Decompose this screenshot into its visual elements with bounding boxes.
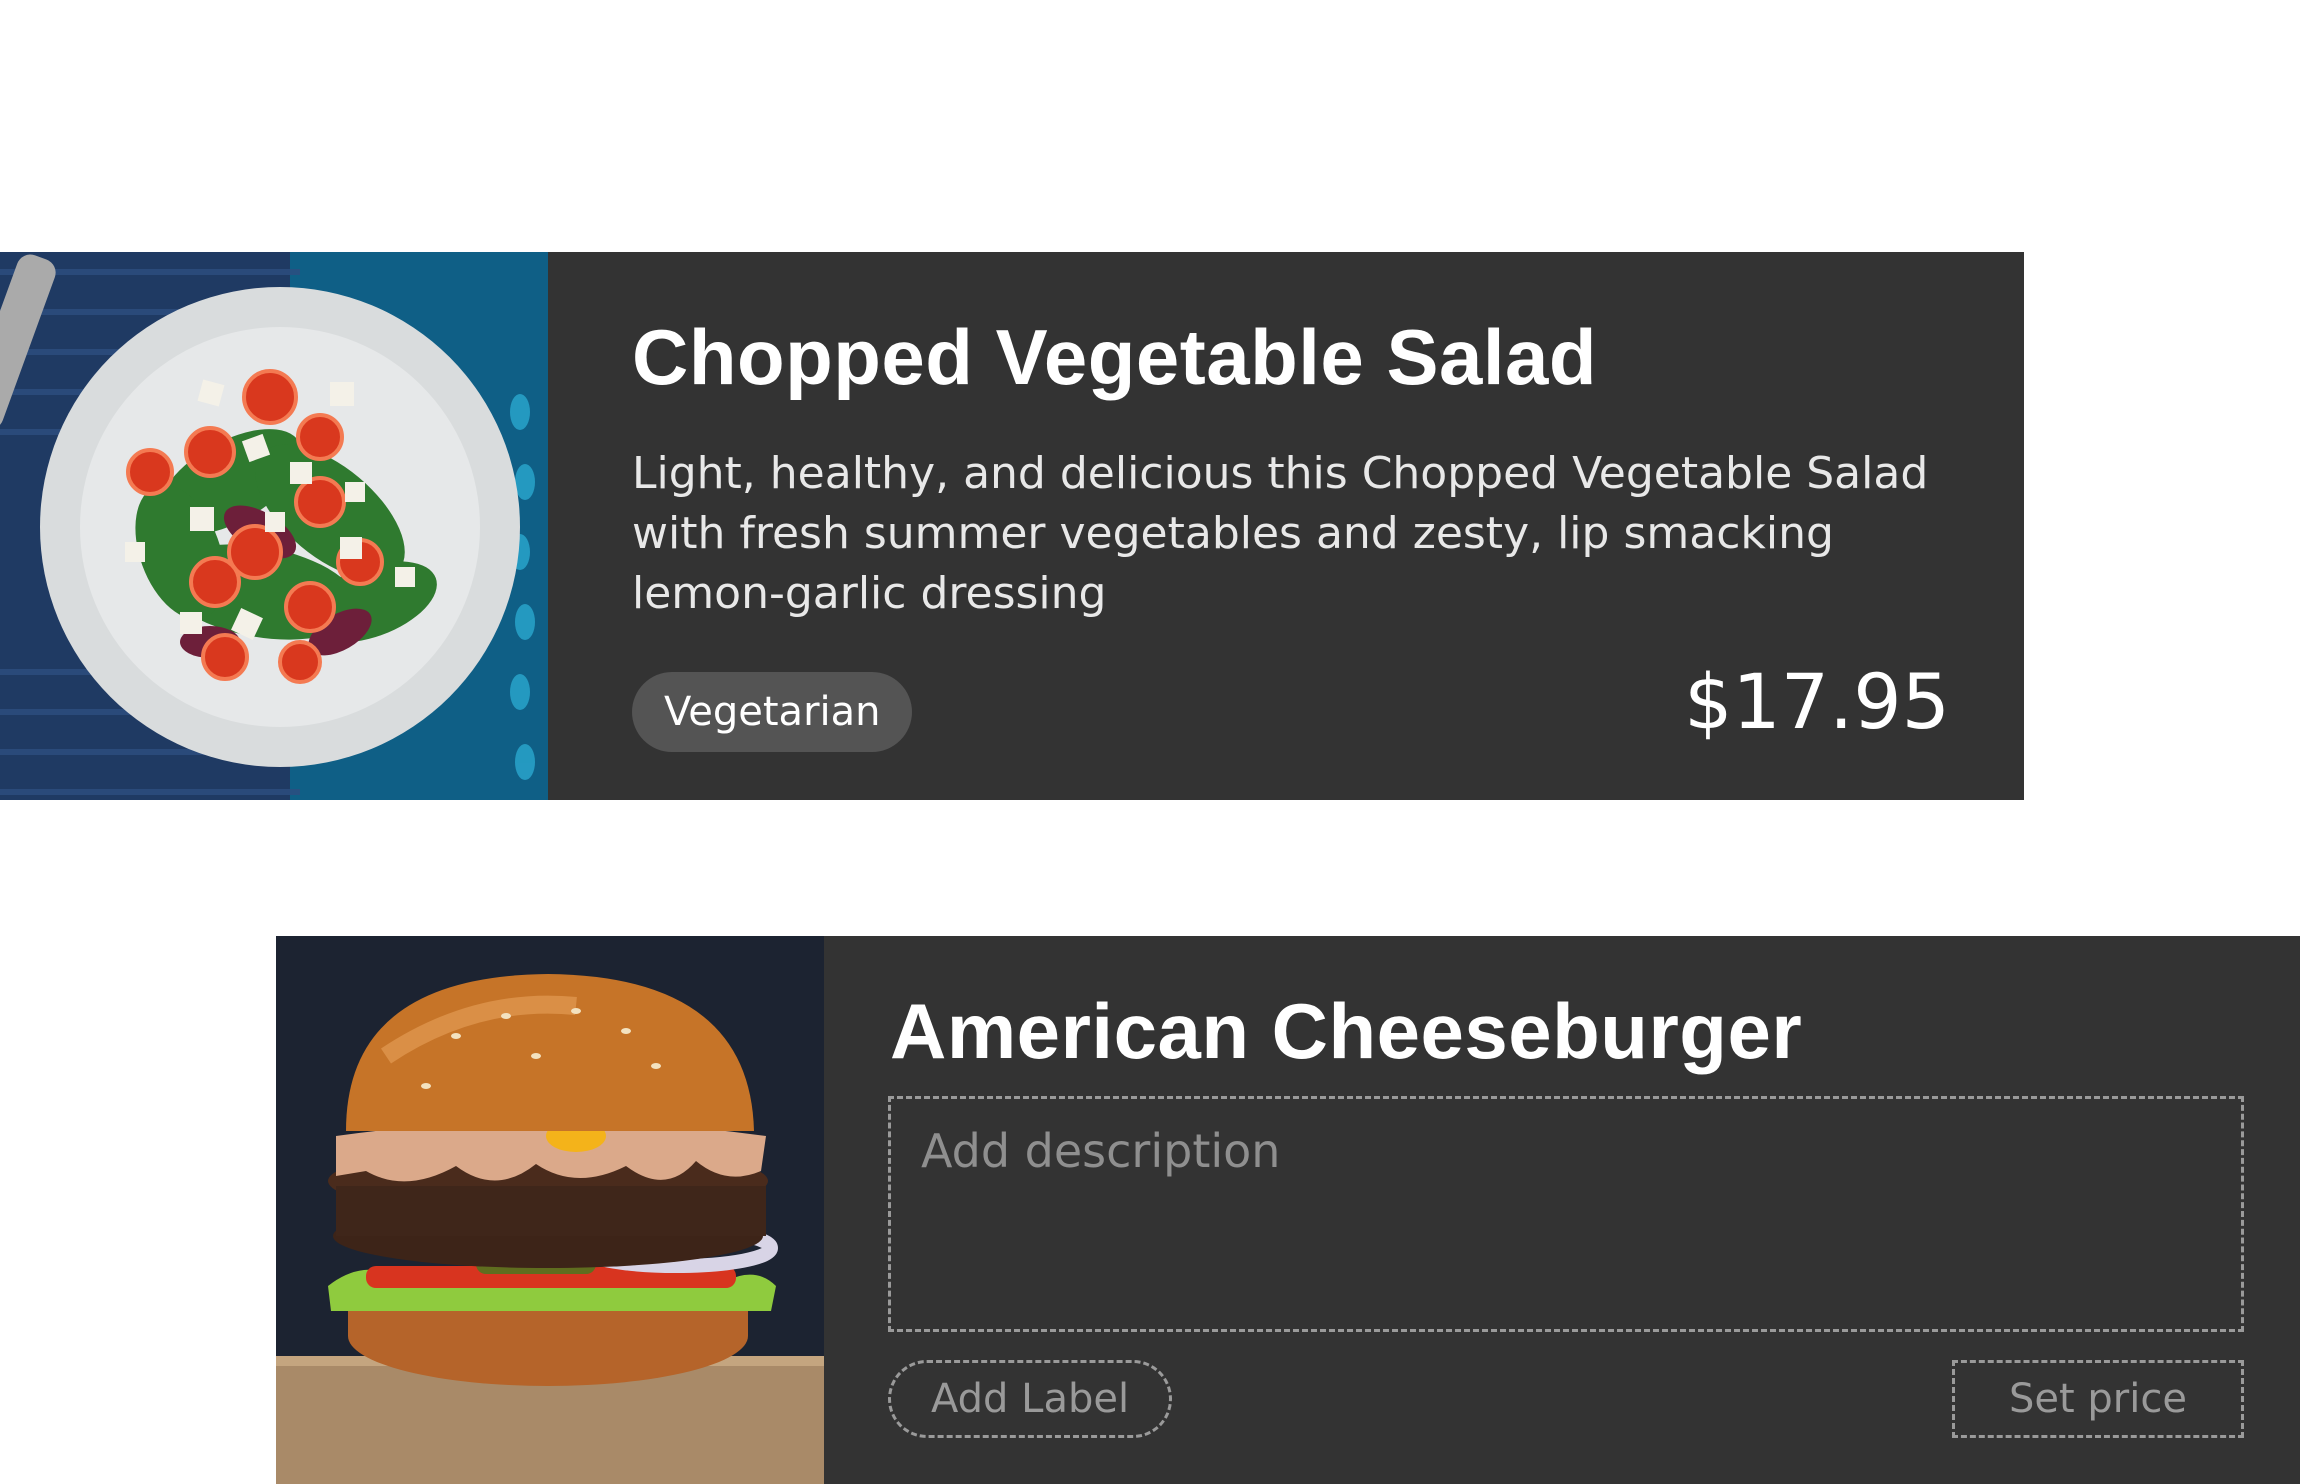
item-price[interactable]: $17.95 bbox=[1684, 652, 1950, 752]
cheeseburger-photo bbox=[276, 936, 824, 1484]
item-description[interactable]: Light, healthy, and delicious this Chopp… bbox=[632, 444, 1962, 624]
set-price-button[interactable]: Set price bbox=[1952, 1360, 2244, 1438]
salad-photo bbox=[0, 252, 548, 800]
item-title[interactable]: Chopped Vegetable Salad bbox=[632, 312, 1597, 402]
add-description-field[interactable]: Add description bbox=[888, 1096, 2244, 1332]
add-label-button[interactable]: Add Label bbox=[888, 1360, 1173, 1438]
item-title[interactable]: American Cheeseburger bbox=[890, 986, 1802, 1076]
menu-item-card-salad[interactable]: Chopped Vegetable Salad Light, healthy, … bbox=[0, 252, 2024, 800]
menu-item-card-cheeseburger[interactable]: American Cheeseburger Add description Ad… bbox=[276, 936, 2300, 1484]
item-label-badge[interactable]: Vegetarian bbox=[632, 672, 913, 752]
